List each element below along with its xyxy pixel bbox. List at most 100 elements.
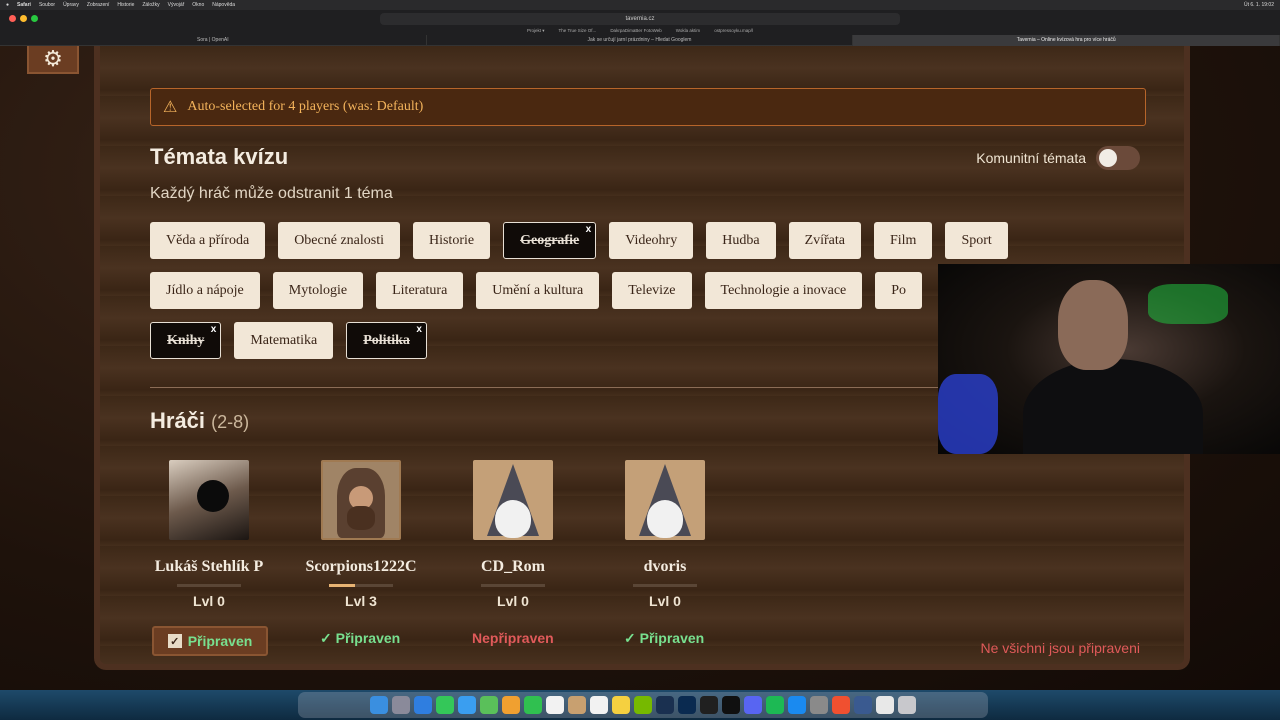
topic-chip-removed[interactable]: Politika x: [346, 322, 427, 359]
address-bar[interactable]: tavernia.cz: [380, 13, 900, 25]
ready-toggle-button[interactable]: ✓ Připraven: [152, 626, 268, 656]
macos-dock: [0, 690, 1280, 720]
reminders-icon[interactable]: [590, 696, 608, 714]
player-card: dvoris Lvl 0: [590, 460, 740, 609]
topic-chip[interactable]: Mytologie: [272, 272, 364, 309]
appletv-icon[interactable]: [722, 696, 740, 714]
topic-chip[interactable]: Jídlo a nápoje: [150, 272, 260, 309]
apple-icon[interactable]: ●: [6, 2, 9, 8]
app-icon[interactable]: [854, 696, 872, 714]
topic-chip[interactable]: Po: [875, 272, 923, 309]
menu-item-develop[interactable]: Vývojář: [168, 2, 185, 8]
close-window-button[interactable]: [9, 15, 16, 22]
ready-label: Připraven: [187, 633, 253, 649]
topic-chip[interactable]: Videohry: [609, 222, 694, 259]
player-level: Lvl 0: [649, 593, 681, 609]
player-card: CD_Rom Lvl 0: [438, 460, 588, 609]
topic-chip[interactable]: Věda a příroda: [150, 222, 266, 259]
level-progress: [329, 584, 393, 587]
topic-chip-removed[interactable]: Geografie x: [503, 222, 597, 259]
document-icon[interactable]: [876, 696, 894, 714]
zoom-window-button[interactable]: [31, 15, 38, 22]
topic-chip[interactable]: Film: [873, 222, 933, 259]
topic-chip[interactable]: Hudba: [706, 222, 776, 259]
finder-icon[interactable]: [370, 696, 388, 714]
topic-chip[interactable]: Televize: [612, 272, 692, 309]
messages-icon[interactable]: [436, 696, 454, 714]
lightroom-icon[interactable]: [656, 696, 674, 714]
topics-title: Témata kvízu: [150, 144, 289, 169]
not-all-ready-text: Ne všichni jsou připraveni: [980, 640, 1140, 656]
calendar-icon[interactable]: [546, 696, 564, 714]
menu-app-name[interactable]: Safari: [17, 2, 31, 8]
topic-chip[interactable]: Sport: [945, 222, 1008, 259]
topic-chip[interactable]: Obecné znalosti: [278, 222, 400, 259]
player-status: Nepřipraven: [472, 630, 554, 646]
minimize-window-button[interactable]: [20, 15, 27, 22]
topics-subtitle: Každý hráč může odstranit 1 téma: [150, 185, 393, 202]
browser-tab-active[interactable]: Tavernia – Online kvízová hra pro více h…: [853, 35, 1280, 46]
check-icon: ✓: [624, 630, 636, 646]
photos-icon[interactable]: [502, 696, 520, 714]
discord-icon[interactable]: [744, 696, 762, 714]
dock-bar: [298, 692, 988, 718]
menu-item-bookmarks[interactable]: Záložky: [142, 2, 159, 8]
wizard-avatar: [625, 460, 705, 540]
warning-icon: ⚠: [163, 99, 178, 116]
menubar-clock[interactable]: Út 6. 1. 19:02: [1244, 2, 1274, 8]
topic-chip[interactable]: Technologie a inovace: [704, 272, 863, 309]
menu-item-help[interactable]: Nápověda: [212, 2, 235, 8]
menu-item-history[interactable]: Historie: [117, 2, 134, 8]
favorite-link[interactable]: ostpressoyku.map/l: [714, 26, 753, 35]
level-progress: [177, 584, 241, 587]
browser-tab[interactable]: Sora | OpenAI: [0, 35, 427, 46]
players-title: Hráči (2-8): [150, 408, 250, 433]
player-name: dvoris: [643, 558, 687, 575]
level-progress: [481, 584, 545, 587]
mail-icon[interactable]: [458, 696, 476, 714]
menu-item-view[interactable]: Zobrazení: [87, 2, 110, 8]
settings-app-icon[interactable]: [810, 696, 828, 714]
menu-item-edit[interactable]: Úpravy: [63, 2, 79, 8]
appstore-icon[interactable]: [788, 696, 806, 714]
close-icon[interactable]: x: [211, 324, 217, 335]
topic-chip[interactable]: Literatura: [376, 272, 464, 309]
player-level: Lvl 3: [345, 593, 377, 609]
favorite-link[interactable]: The True Size Of...: [559, 26, 597, 35]
topic-row: Jídlo a nápoje Mytologie Literatura Uměn…: [150, 272, 923, 309]
launchpad-icon[interactable]: [392, 696, 410, 714]
topic-chip[interactable]: Matematika: [234, 322, 334, 359]
photo-avatar: [169, 460, 249, 540]
safari-icon[interactable]: [414, 696, 432, 714]
topic-chip[interactable]: Zvířata: [788, 222, 861, 259]
notes-icon[interactable]: [612, 696, 630, 714]
toggle-knob: [1099, 149, 1117, 167]
maps-icon[interactable]: [480, 696, 498, 714]
topic-chip[interactable]: Historie: [412, 222, 491, 259]
community-topics-label: Komunitní témata: [976, 150, 1086, 166]
chatgpt-icon[interactable]: [700, 696, 718, 714]
facetime-icon[interactable]: [524, 696, 542, 714]
close-icon[interactable]: x: [416, 324, 422, 335]
photoshop-icon[interactable]: [678, 696, 696, 714]
contacts-icon[interactable]: [568, 696, 586, 714]
browser-tab[interactable]: Jak se určují jarní prázdniny – Hledat G…: [427, 35, 854, 46]
settings-button[interactable]: ⚙: [27, 46, 79, 74]
community-topics-toggle[interactable]: [1096, 146, 1140, 170]
favorite-link[interactable]: Wokla aktim: [676, 26, 700, 35]
favorite-link[interactable]: Projekt ▾: [527, 26, 545, 35]
alert-text: Auto-selected for 4 players (was: Defaul…: [187, 99, 424, 114]
menu-item-file[interactable]: Soubor: [39, 2, 55, 8]
check-icon: ✓: [320, 630, 332, 646]
close-icon[interactable]: x: [586, 224, 592, 235]
favorite-link[interactable]: DakrpaDimaBer FotoWeb: [610, 26, 661, 35]
nvidia-icon[interactable]: [634, 696, 652, 714]
menu-item-window[interactable]: Okno: [192, 2, 204, 8]
trash-icon[interactable]: [898, 696, 916, 714]
players-range: (2-8): [211, 412, 250, 432]
gear-icon: ⚙: [43, 46, 63, 71]
spotify-icon[interactable]: [766, 696, 784, 714]
topic-chip-removed[interactable]: Knihy x: [150, 322, 222, 359]
topic-chip[interactable]: Umění a kultura: [476, 272, 600, 309]
app-icon[interactable]: [832, 696, 850, 714]
